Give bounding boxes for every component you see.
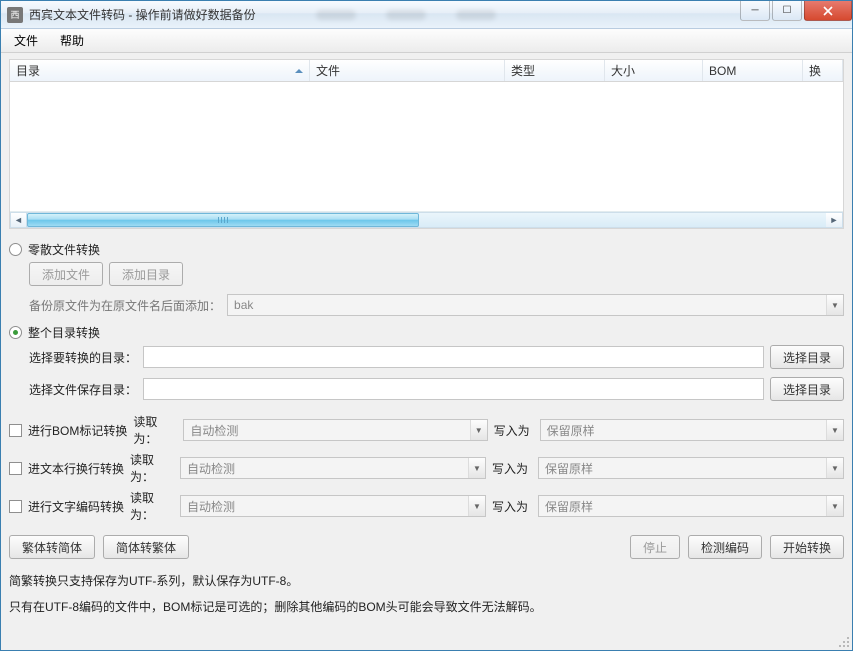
col-bom[interactable]: BOM: [703, 60, 803, 81]
chevron-down-icon[interactable]: ▼: [468, 458, 485, 478]
check-newline-label: 进文本行换行转换: [28, 460, 124, 477]
hint-line-2: 只有在UTF-8编码的文件中，BOM标记是可选的；删除其他编码的BOM头可能会导…: [9, 597, 844, 619]
file-list-body[interactable]: [10, 82, 843, 211]
newline-read-label: 读取为：: [130, 451, 174, 485]
col-type[interactable]: 类型: [505, 60, 605, 81]
encoding-read-combo[interactable]: 自动检测▼: [180, 495, 486, 517]
chevron-down-icon[interactable]: ▼: [826, 420, 843, 440]
bom-write-combo[interactable]: 保留原样▼: [540, 419, 844, 441]
option-bom-row: 进行BOM标记转换 读取为： 自动检测▼ 写入为 保留原样▼: [9, 413, 844, 447]
backup-suffix-label: 备份原文件为在原文件名后面添加：: [29, 297, 221, 314]
bom-read-label: 读取为：: [133, 413, 177, 447]
chevron-down-icon[interactable]: ▼: [826, 458, 843, 478]
resize-grip[interactable]: [837, 635, 851, 649]
col-break[interactable]: 换: [803, 60, 843, 81]
detect-encoding-button[interactable]: 检测编码: [688, 535, 762, 559]
app-icon: 西: [7, 7, 23, 23]
dest-dir-input[interactable]: [143, 378, 764, 400]
chevron-down-icon[interactable]: ▼: [468, 496, 485, 516]
source-dir-input[interactable]: [143, 346, 764, 368]
mode-whole-row[interactable]: 整个目录转换: [9, 324, 844, 341]
newline-read-combo[interactable]: 自动检测▼: [180, 457, 486, 479]
source-dir-label: 选择要转换的目录：: [29, 349, 137, 366]
chevron-down-icon[interactable]: ▼: [826, 496, 843, 516]
maximize-button[interactable]: ☐: [772, 1, 802, 21]
hint-line-1: 简繁转换只支持保存为UTF-系列，默认保存为UTF-8。: [9, 571, 844, 593]
check-newline[interactable]: [9, 462, 22, 475]
horizontal-scrollbar[interactable]: ◄ ►: [10, 211, 843, 228]
newline-write-label: 写入为: [492, 460, 532, 477]
titlebar[interactable]: 西 西宾文本文件转码 - 操作前请做好数据备份 ─ ☐: [1, 1, 852, 29]
bom-read-combo[interactable]: 自动检测▼: [183, 419, 487, 441]
backup-suffix-combo[interactable]: bak ▼: [227, 294, 844, 316]
check-bom[interactable]: [9, 424, 22, 437]
bom-write-label: 写入为: [494, 422, 534, 439]
close-button[interactable]: [804, 1, 852, 21]
chevron-down-icon[interactable]: ▼: [470, 420, 487, 440]
col-file[interactable]: 文件: [310, 60, 505, 81]
minimize-button[interactable]: ─: [740, 1, 770, 21]
menu-file[interactable]: 文件: [3, 29, 49, 52]
check-bom-label: 进行BOM标记转换: [28, 422, 127, 439]
col-size[interactable]: 大小: [605, 60, 703, 81]
trad-to-simp-button[interactable]: 繁体转简体: [9, 535, 95, 559]
option-encoding-row: 进行文字编码转换 读取为： 自动检测▼ 写入为 保留原样▼: [9, 489, 844, 523]
radio-whole[interactable]: [9, 326, 22, 339]
check-encoding-label: 进行文字编码转换: [28, 498, 124, 515]
scroll-thumb[interactable]: [27, 213, 419, 227]
titlebar-inactive-area: [276, 10, 740, 20]
radio-scatter[interactable]: [9, 243, 22, 256]
window-title: 西宾文本文件转码 - 操作前请做好数据备份: [29, 6, 256, 23]
add-dir-button[interactable]: 添加目录: [109, 262, 183, 286]
radio-scatter-label: 零散文件转换: [28, 241, 100, 258]
action-bar: 繁体转简体 简体转繁体 停止 检测编码 开始转换: [9, 535, 844, 559]
scroll-track[interactable]: [27, 212, 826, 228]
check-encoding[interactable]: [9, 500, 22, 513]
menubar: 文件 帮助: [1, 29, 852, 53]
simp-to-trad-button[interactable]: 简体转繁体: [103, 535, 189, 559]
scroll-left-icon[interactable]: ◄: [10, 212, 27, 228]
encoding-write-label: 写入为: [492, 498, 532, 515]
dest-dir-label: 选择文件保存目录：: [29, 381, 137, 398]
col-directory[interactable]: 目录: [10, 60, 310, 81]
start-convert-button[interactable]: 开始转换: [770, 535, 844, 559]
dest-browse-button[interactable]: 选择目录: [770, 377, 844, 401]
file-list-header: 目录 文件 类型 大小 BOM 换: [10, 60, 843, 82]
newline-write-combo[interactable]: 保留原样▼: [538, 457, 844, 479]
stop-button[interactable]: 停止: [630, 535, 680, 559]
add-file-button[interactable]: 添加文件: [29, 262, 103, 286]
backup-suffix-value: bak: [234, 298, 826, 312]
encoding-read-label: 读取为：: [130, 489, 174, 523]
file-list[interactable]: 目录 文件 类型 大小 BOM 换 ◄ ►: [9, 59, 844, 229]
radio-whole-label: 整个目录转换: [28, 324, 100, 341]
mode-scatter-row[interactable]: 零散文件转换: [9, 241, 844, 258]
encoding-write-combo[interactable]: 保留原样▼: [538, 495, 844, 517]
chevron-down-icon[interactable]: ▼: [826, 295, 843, 315]
option-newline-row: 进文本行换行转换 读取为： 自动检测▼ 写入为 保留原样▼: [9, 451, 844, 485]
source-browse-button[interactable]: 选择目录: [770, 345, 844, 369]
menu-help[interactable]: 帮助: [49, 29, 95, 52]
scroll-right-icon[interactable]: ►: [826, 212, 843, 228]
